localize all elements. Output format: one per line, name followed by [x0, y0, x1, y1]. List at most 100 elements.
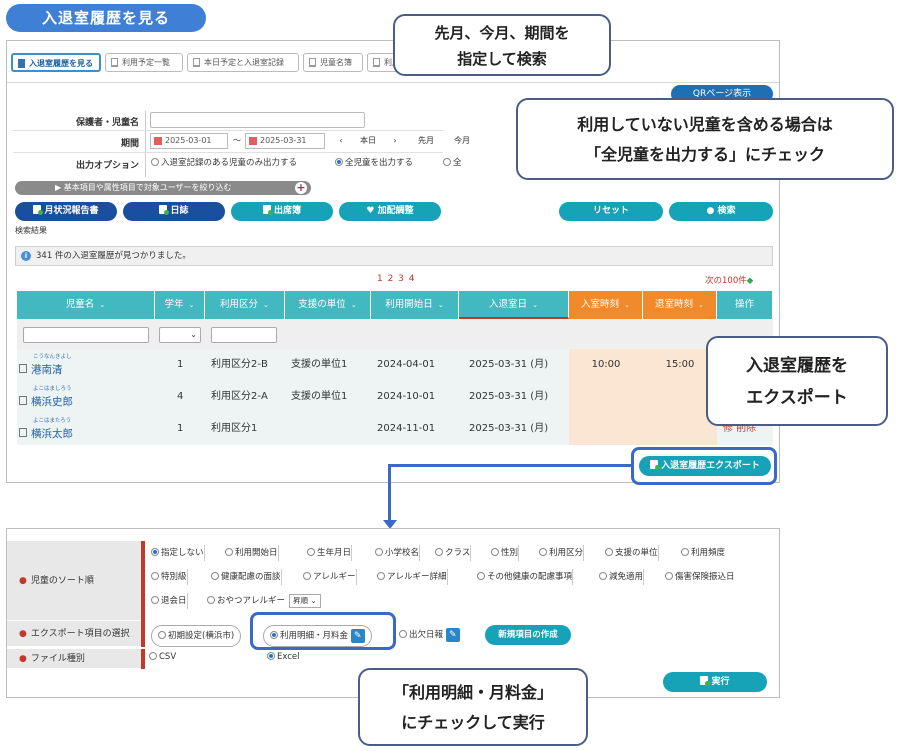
- date-to-input[interactable]: 2025-03-31: [245, 133, 325, 149]
- radio-checked-icon: [335, 158, 343, 166]
- option-with-records[interactable]: 入退室記録のある児童のみ出力する: [151, 156, 297, 168]
- start-date-cell: 2024-11-01: [377, 423, 436, 434]
- sort-option-school[interactable]: 小学校名: [371, 545, 421, 561]
- entry-date-cell: 2025-03-31 (月): [469, 391, 549, 402]
- range-tilde: 〜: [233, 136, 241, 145]
- info-icon: i: [21, 251, 31, 261]
- child-name-link[interactable]: 横浜史郎: [31, 394, 73, 409]
- sort-option-snack-allergy[interactable]: おやつアレルギー 昇順 ⌄: [203, 593, 321, 609]
- connector-line: [388, 464, 632, 467]
- pagination[interactable]: 1 2 3 4: [377, 274, 416, 284]
- guardian-name-input[interactable]: [150, 112, 365, 128]
- document-icon: [19, 364, 27, 373]
- export-item-daily-attendance[interactable]: 出欠日報 ✎: [393, 625, 466, 647]
- last-month-button[interactable]: 先月: [411, 133, 441, 149]
- excel-icon: [700, 676, 711, 686]
- search-button[interactable]: ● 検索: [669, 202, 773, 221]
- col-entry-date[interactable]: 入退室日 ⌄: [459, 291, 569, 319]
- sort-option-reduction[interactable]: 減免適用: [595, 569, 645, 585]
- output-option-label: 出力オプション: [75, 161, 139, 171]
- radio-icon: [539, 548, 547, 556]
- attendance-button[interactable]: 出席簿: [231, 202, 333, 221]
- radio-icon: [307, 548, 315, 556]
- sort-option-none[interactable]: 指定しない: [147, 545, 205, 561]
- sort-chevron-icon: ⌄: [437, 301, 444, 309]
- tab-history[interactable]: 入退室履歴を見る: [11, 53, 101, 72]
- calendar-icon: [249, 137, 257, 145]
- sort-option-frequency[interactable]: 利用頻度: [677, 545, 725, 561]
- sort-option-allergy[interactable]: アレルギー: [299, 569, 357, 585]
- child-name-link[interactable]: 港南清: [31, 362, 63, 377]
- date-from-input[interactable]: 2025-03-01: [150, 133, 228, 149]
- col-child-name[interactable]: 児童名 ⌄: [17, 291, 155, 319]
- callout-all-children: 利用していない児童を含める場合は 「全児童を出力する」にチェック: [516, 98, 894, 180]
- sort-option-other-health[interactable]: その他健康の配慮事項: [473, 569, 574, 585]
- col-grade[interactable]: 学年 ⌄: [155, 291, 205, 319]
- col-category[interactable]: 利用区分 ⌄: [205, 291, 285, 319]
- sort-option-birthday[interactable]: 生年月日: [303, 545, 353, 561]
- category-cell: 利用区分2-A: [211, 391, 268, 402]
- tab-today-records[interactable]: 本日予定と入退室記録: [187, 53, 299, 72]
- entry-date-cell: 2025-03-31 (月): [469, 359, 549, 370]
- option-all-children[interactable]: 全児童を出力する: [335, 156, 413, 168]
- run-export-button[interactable]: 実行: [663, 672, 767, 692]
- plus-icon[interactable]: +: [295, 182, 307, 194]
- next-100-link[interactable]: 次の100件◆: [705, 274, 753, 286]
- sort-option-health-interview[interactable]: 健康配慮の面談: [207, 569, 282, 585]
- sort-option-category[interactable]: 利用区分: [535, 545, 585, 561]
- today-button[interactable]: 本日: [353, 133, 383, 149]
- category-filter-input[interactable]: [211, 327, 277, 343]
- radio-icon: [375, 548, 383, 556]
- file-type-excel[interactable]: Excel: [263, 649, 300, 665]
- sort-option-special-class[interactable]: 特別級: [147, 569, 188, 585]
- col-unit[interactable]: 支援の単位 ⌄: [285, 291, 371, 319]
- pencil-icon[interactable]: ✎: [445, 627, 460, 642]
- table-row[interactable]: よこはましろう 横浜史郎 4 利用区分2-A 支援の単位1 2024-10-01…: [17, 381, 773, 413]
- search-icon: ●: [706, 206, 715, 216]
- sort-option-allergy-detail[interactable]: アレルギー詳細: [373, 569, 448, 585]
- radio-icon: [149, 652, 157, 660]
- grade-cell: 1: [177, 359, 184, 370]
- bonus-adjust-button[interactable]: ♥ 加配調整: [339, 202, 441, 221]
- sort-chevron-icon: ⌄: [624, 301, 630, 309]
- radio-icon: [303, 572, 311, 580]
- create-new-item-button[interactable]: 新規項目の作成: [485, 625, 571, 645]
- callout-search: 先月、今月、期間を 指定して検索: [393, 14, 611, 76]
- col-in-time[interactable]: 入室時刻 ⌄: [569, 291, 643, 319]
- grade-cell: 1: [177, 423, 184, 434]
- sort-option-withdraw-date[interactable]: 退会日: [147, 593, 188, 609]
- sort-option-start-date[interactable]: 利用開始日: [221, 545, 279, 561]
- sort-option-class[interactable]: クラス: [431, 545, 472, 561]
- diary-button[interactable]: 日誌: [123, 202, 225, 221]
- child-name-link[interactable]: 横浜太郎: [31, 426, 73, 441]
- entry-date-cell: 2025-03-31 (月): [469, 423, 549, 434]
- file-type-csv[interactable]: CSV: [145, 649, 176, 665]
- tab-roster[interactable]: 児童名簿: [303, 53, 363, 72]
- tab-schedule-list[interactable]: 利用予定一覧: [105, 53, 183, 72]
- attribute-filter-toggle[interactable]: ▶ 基本項目や属性項目で対象ユーザーを絞り込む +: [15, 181, 311, 195]
- result-count-message: i 341 件の入退室履歴が見つかりました。: [15, 246, 773, 266]
- category-cell: 利用区分1: [211, 423, 258, 434]
- next-day-button[interactable]: ›: [387, 133, 403, 149]
- grade-filter-select[interactable]: ⌄: [159, 327, 201, 343]
- prev-day-button[interactable]: ‹: [333, 133, 349, 149]
- this-month-button[interactable]: 今月: [447, 133, 477, 149]
- radio-icon: [665, 572, 673, 580]
- export-item-label: ● エクスポート項目の選択: [7, 621, 141, 647]
- bookmark-icon: [193, 58, 200, 67]
- monthly-report-button[interactable]: 月状況報告書: [15, 202, 117, 221]
- export-item-default-yokohama[interactable]: 初期設定(横浜市): [151, 625, 242, 647]
- radio-icon: [477, 572, 485, 580]
- option-third[interactable]: 全: [443, 156, 462, 168]
- reset-button[interactable]: リセット: [559, 202, 663, 221]
- table-row[interactable]: よこはまたろう 横浜太郎 1 利用区分1 2024-11-01 2025-03-…: [17, 413, 773, 445]
- label-accent-bar: [141, 621, 145, 647]
- sort-option-gender[interactable]: 性別: [487, 545, 520, 561]
- col-out-time[interactable]: 退室時刻 ⌄: [643, 291, 717, 319]
- sort-option-insurance-date[interactable]: 傷害保険振込日: [661, 569, 735, 585]
- col-start-date[interactable]: 利用開始日 ⌄: [371, 291, 459, 319]
- name-filter-input[interactable]: [23, 327, 149, 343]
- table-row[interactable]: こうなんきよし 港南清 1 利用区分2-B 支援の単位1 2024-04-01 …: [17, 349, 773, 381]
- sort-direction-select[interactable]: 昇順 ⌄: [289, 594, 321, 608]
- sort-option-unit[interactable]: 支援の単位: [601, 545, 659, 561]
